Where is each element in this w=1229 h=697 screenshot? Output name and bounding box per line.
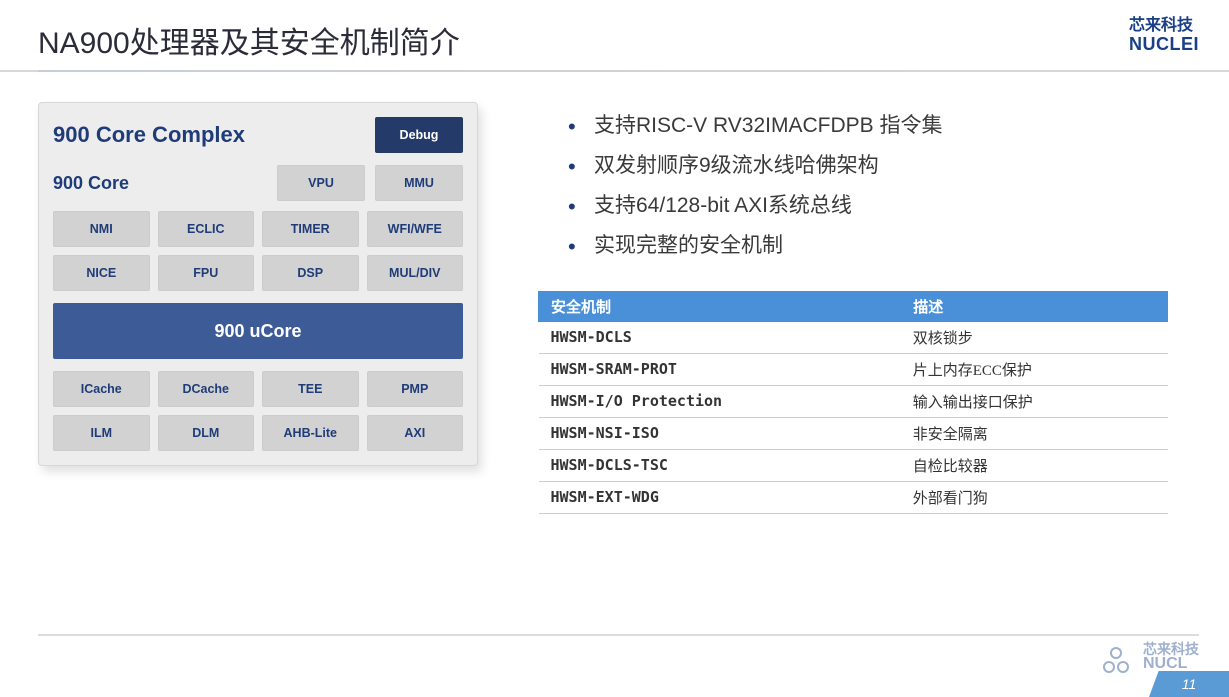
cell: HWSM-NSI-ISO: [539, 417, 901, 449]
cell: 片上内存ECC保护: [901, 353, 1168, 385]
slide-footer: 芯来科技 NUCL: [38, 634, 1199, 673]
axi-block: AXI: [367, 415, 464, 451]
slide-header: NA900处理器及其安全机制简介 芯来科技 NUCLEI: [0, 0, 1229, 72]
cell: HWSM-DCLS-TSC: [539, 449, 901, 481]
tee-block: TEE: [262, 371, 359, 407]
nmi-block: NMI: [53, 211, 150, 247]
dlm-block: DLM: [158, 415, 255, 451]
mmu-block: MMU: [375, 165, 463, 201]
dsp-block: DSP: [262, 255, 359, 291]
footer-brand-cn: 芯来科技: [1143, 642, 1199, 657]
table-row: HWSM-SRAM-PROT片上内存ECC保护: [539, 353, 1168, 385]
dcache-block: DCache: [158, 371, 255, 407]
feature-list: 支持RISC-V RV32IMACFDPB 指令集 双发射顺序9级流水线哈佛架构…: [568, 106, 1199, 266]
ilm-block: ILM: [53, 415, 150, 451]
feature-item: 支持RISC-V RV32IMACFDPB 指令集: [568, 106, 1199, 146]
logo-icon: [1103, 647, 1133, 673]
slide-title: NA900处理器及其安全机制简介: [38, 18, 460, 62]
fpu-block: FPU: [158, 255, 255, 291]
feature-item: 支持64/128-bit AXI系统总线: [568, 186, 1199, 226]
icache-block: ICache: [53, 371, 150, 407]
ucore-block: 900 uCore: [53, 303, 463, 359]
footer-brand: 芯来科技 NUCL: [1143, 642, 1199, 673]
table-row: HWSM-EXT-WDG外部看门狗: [539, 481, 1168, 513]
table-row: HWSM-NSI-ISO非安全隔离: [539, 417, 1168, 449]
table-row: HWSM-DCLS-TSC自检比较器: [539, 449, 1168, 481]
pmp-block: PMP: [367, 371, 464, 407]
cell: 双核锁步: [901, 321, 1168, 353]
footer-brand-en: NUCL: [1143, 656, 1199, 673]
cell: 输入输出接口保护: [901, 385, 1168, 417]
timer-block: TIMER: [262, 211, 359, 247]
feature-item: 实现完整的安全机制: [568, 226, 1199, 266]
cell: 自检比较器: [901, 449, 1168, 481]
brand-cn: 芯来科技: [1129, 18, 1199, 35]
brand-en: NUCLEI: [1129, 35, 1199, 54]
vpu-block: VPU: [277, 165, 365, 201]
brand-block: 芯来科技 NUCLEI: [1129, 18, 1199, 54]
cell: 外部看门狗: [901, 481, 1168, 513]
eclic-block: ECLIC: [158, 211, 255, 247]
table-row: HWSM-DCLS双核锁步: [539, 321, 1168, 353]
cell: HWSM-SRAM-PROT: [539, 353, 901, 385]
nice-block: NICE: [53, 255, 150, 291]
table-header-desc: 描述: [901, 291, 1168, 321]
table-header-mechanism: 安全机制: [539, 291, 901, 321]
cell: HWSM-DCLS: [539, 321, 901, 353]
content-area: 900 Core Complex Debug 900 Core VPU MMU …: [0, 72, 1229, 514]
cell: HWSM-EXT-WDG: [539, 481, 901, 513]
core-label: 900 Core: [53, 173, 203, 194]
core-complex-diagram: 900 Core Complex Debug 900 Core VPU MMU …: [38, 102, 478, 466]
cell: 非安全隔离: [901, 417, 1168, 449]
wfiwfe-block: WFI/WFE: [367, 211, 464, 247]
debug-block: Debug: [375, 117, 463, 153]
cell: HWSM-I/O Protection: [539, 385, 901, 417]
diagram-column: 900 Core Complex Debug 900 Core VPU MMU …: [38, 102, 478, 514]
security-table: 安全机制 描述 HWSM-DCLS双核锁步 HWSM-SRAM-PROT片上内存…: [538, 291, 1168, 514]
muldiv-block: MUL/DIV: [367, 255, 464, 291]
text-column: 支持RISC-V RV32IMACFDPB 指令集 双发射顺序9级流水线哈佛架构…: [538, 102, 1199, 514]
diagram-title: 900 Core Complex: [53, 122, 245, 148]
page-number: 11: [1149, 671, 1229, 697]
table-row: HWSM-I/O Protection输入输出接口保护: [539, 385, 1168, 417]
ahblite-block: AHB-Lite: [262, 415, 359, 451]
feature-item: 双发射顺序9级流水线哈佛架构: [568, 146, 1199, 186]
